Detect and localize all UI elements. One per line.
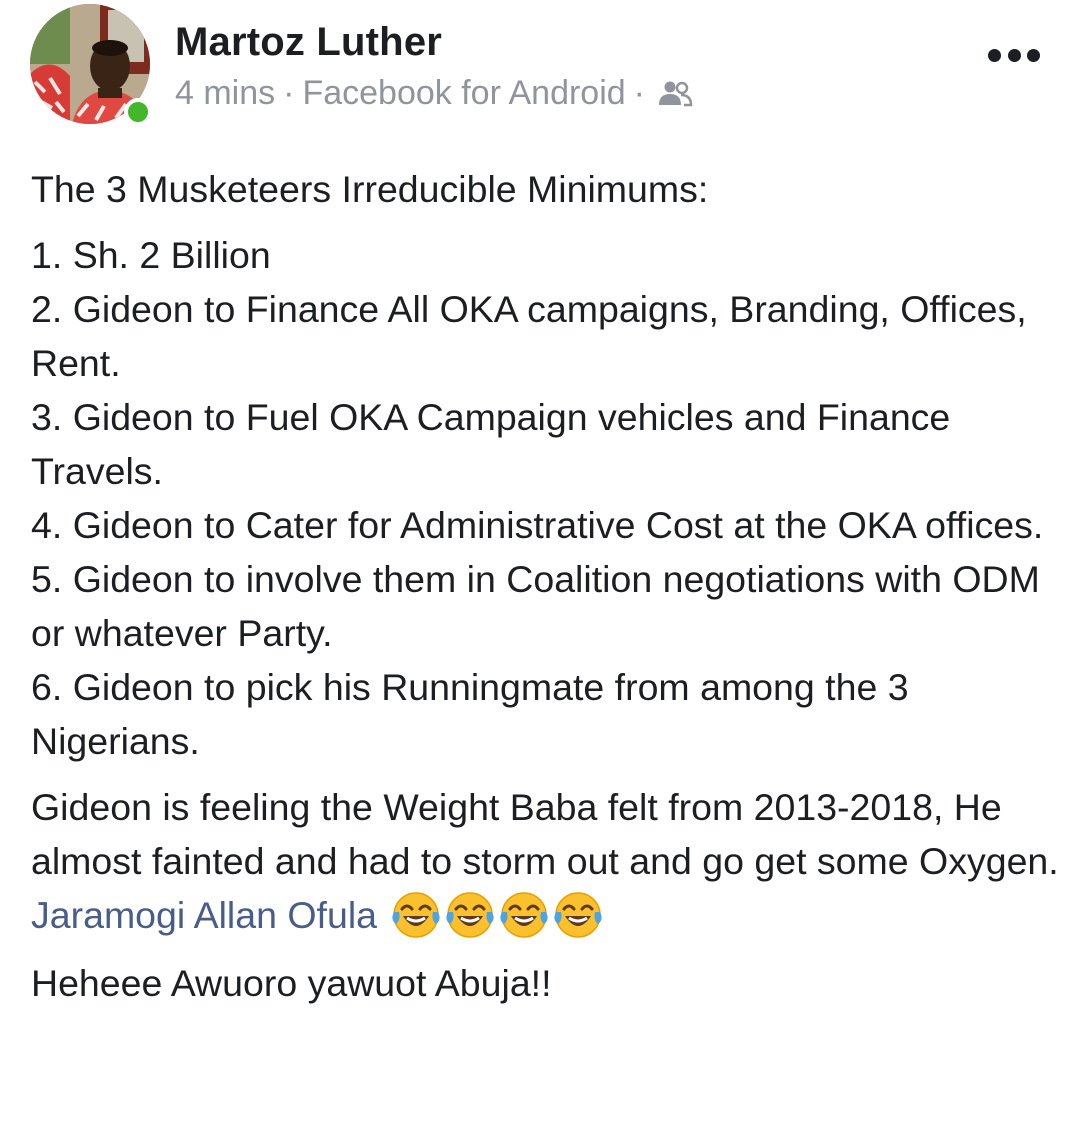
list-item: 5. Gideon to involve them in Coalition n…: [31, 558, 1040, 654]
list-item: 6. Gideon to pick his Runningmate from a…: [31, 666, 909, 762]
list-item: 2. Gideon to Finance All OKA campaigns, …: [31, 288, 1027, 384]
mention-link[interactable]: Jaramogi Allan Ofula: [31, 888, 377, 942]
face-with-tears-of-joy-icon: [553, 890, 603, 940]
more-dot: [988, 48, 1001, 62]
friends-icon[interactable]: [657, 79, 693, 109]
post-paragraph: Gideon is feeling the Weight Baba felt f…: [31, 786, 1059, 882]
post-body: The 3 Musketeers Irreducible Minimums: 1…: [31, 162, 1061, 1010]
mention-line: Jaramogi Allan Ofula: [31, 888, 1061, 942]
post-closing-line: Heheee Awuoro yawuot Abuja!!: [31, 962, 552, 1004]
more-dot: [1007, 48, 1021, 62]
face-with-tears-of-joy-icon: [445, 890, 495, 940]
post-title-line: The 3 Musketeers Irreducible Minimums:: [31, 168, 709, 210]
list-item: 3. Gideon to Fuel OKA Campaign vehicles …: [31, 396, 951, 492]
more-dot: [1027, 48, 1040, 62]
post-source: Facebook for Android: [302, 74, 626, 112]
more-options-button[interactable]: [988, 44, 1040, 66]
post-header: Martoz Luther 4 mins · Facebook for Andr…: [0, 0, 1080, 140]
face-with-tears-of-joy-icon: [391, 890, 441, 940]
list-item: 1. Sh. 2 Billion: [31, 234, 271, 276]
post-meta: 4 mins · Facebook for Android ·: [175, 74, 693, 113]
online-status-indicator: [124, 98, 152, 126]
meta-separator: ·: [283, 74, 295, 112]
post-time[interactable]: 4 mins: [175, 74, 275, 113]
face-with-tears-of-joy-icon: [499, 890, 549, 940]
list-item: 4. Gideon to Cater for Administrative Co…: [31, 504, 1044, 546]
author-name[interactable]: Martoz Luther: [175, 20, 442, 65]
avatar[interactable]: [30, 4, 152, 126]
meta-separator: ·: [633, 74, 645, 112]
requirements-list: 1. Sh. 2 Billion 2. Gideon to Finance Al…: [31, 228, 1061, 768]
